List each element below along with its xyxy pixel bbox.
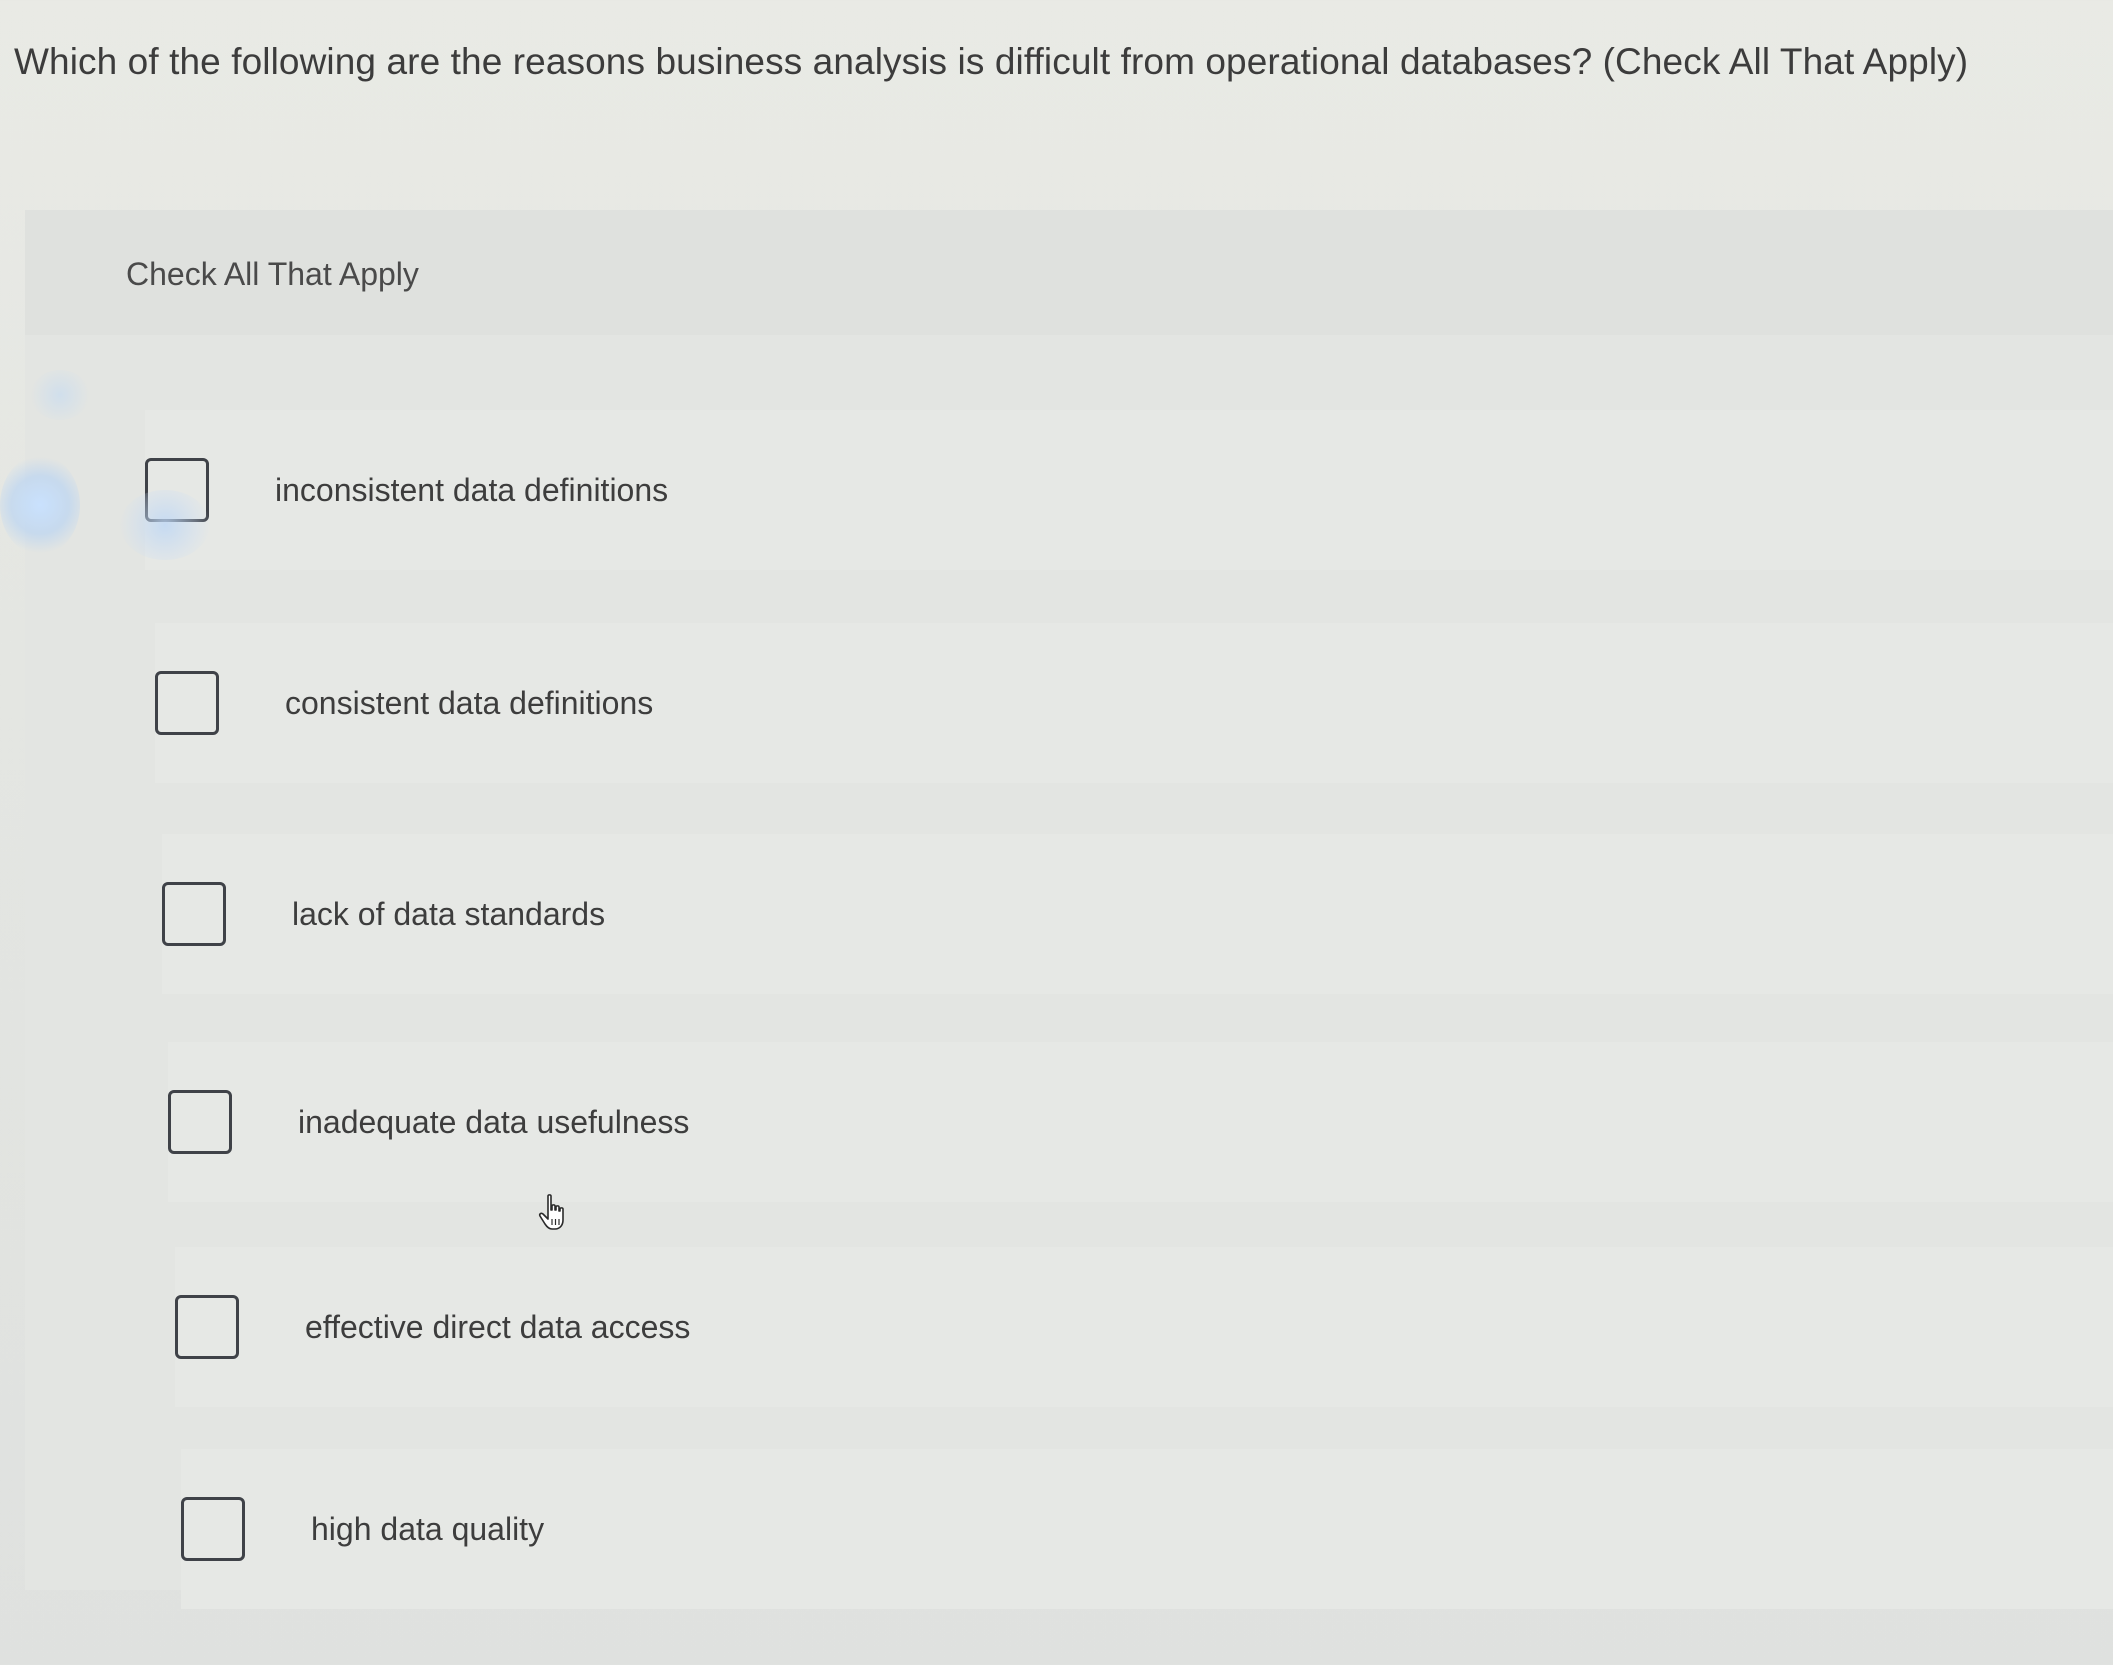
checkbox[interactable]: [181, 1497, 245, 1561]
option-label: inadequate data usefulness: [298, 1103, 690, 1140]
option-label: inconsistent data definitions: [275, 471, 669, 508]
option-lack-of-data-standards[interactable]: lack of data standards: [162, 834, 2113, 994]
screen-glare: [0, 455, 80, 555]
screen-glare: [30, 370, 90, 420]
option-consistent-data-definitions[interactable]: consistent data definitions: [155, 623, 2113, 783]
question-text: Which of the following are the reasons b…: [14, 41, 1969, 82]
option-inadequate-data-usefulness[interactable]: inadequate data usefulness: [168, 1042, 2113, 1202]
option-effective-direct-data-access[interactable]: effective direct data access: [175, 1247, 2113, 1407]
option-label: effective direct data access: [305, 1308, 691, 1345]
screen-glare: [120, 490, 210, 560]
option-high-data-quality[interactable]: high data quality: [181, 1449, 2113, 1609]
answer-panel: Check All That Apply inconsistent data d…: [25, 210, 2113, 1609]
checkbox[interactable]: [162, 882, 226, 946]
instruction-label: Check All That Apply: [126, 256, 419, 292]
option-label: lack of data standards: [292, 895, 606, 932]
checkbox[interactable]: [155, 671, 219, 735]
checkbox[interactable]: [168, 1090, 232, 1154]
panel-header: Check All That Apply: [25, 210, 2113, 335]
option-label: consistent data definitions: [285, 684, 654, 721]
option-inconsistent-data-definitions[interactable]: inconsistent data definitions: [145, 410, 2113, 570]
checkbox[interactable]: [175, 1295, 239, 1359]
option-label: high data quality: [311, 1510, 545, 1547]
hand-pointer-icon: [538, 1194, 564, 1230]
